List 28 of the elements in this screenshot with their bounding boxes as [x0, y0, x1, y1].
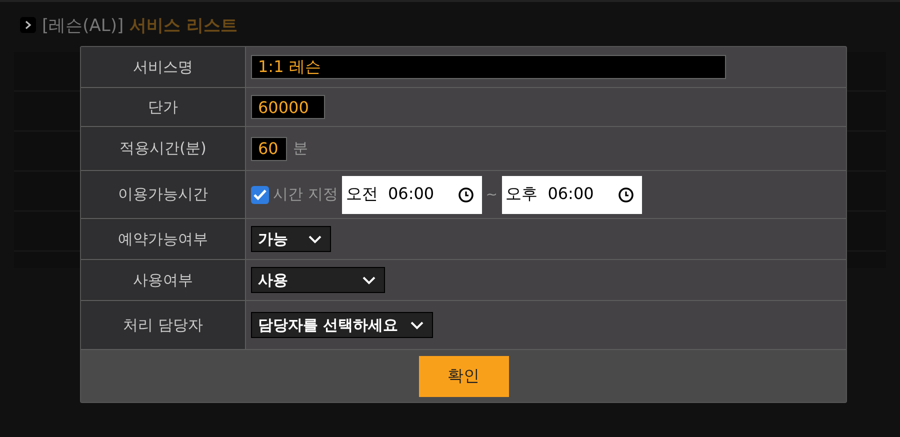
field-label: 단가: [81, 88, 246, 126]
field-label: 예약가능여부: [81, 219, 246, 259]
field-label: 처리 담당자: [81, 301, 246, 349]
field-label: 적용시간(분): [81, 127, 246, 170]
range-separator: ~: [486, 186, 498, 202]
chevron-down-icon: [410, 320, 424, 330]
checkbox[interactable]: [251, 186, 269, 204]
chevron-down-icon: [362, 276, 376, 284]
dropdown[interactable]: 가능: [251, 226, 331, 252]
section-title: 서비스 리스트: [130, 14, 238, 36]
clock-icon: [618, 186, 634, 202]
input-field[interactable]: 60: [251, 136, 287, 160]
unit-label: 분: [293, 139, 308, 158]
section-prefix: [레슨(AL)]: [42, 14, 124, 36]
field-label: 사용여부: [81, 260, 246, 300]
input-field[interactable]: 1:1 레슨: [251, 55, 726, 79]
confirm-button[interactable]: 확인: [418, 356, 508, 396]
checkbox-label: 시간 지정: [273, 185, 338, 204]
dropdown[interactable]: 담당자를 선택하세요: [251, 312, 433, 338]
clock-icon: [458, 186, 474, 202]
dropdown[interactable]: 사용: [251, 267, 385, 293]
field-label: 서비스명: [81, 47, 246, 87]
time-field[interactable]: 오후 06:00: [502, 176, 642, 214]
chevron-right-icon: [20, 17, 36, 33]
time-field[interactable]: 오전 06:00: [342, 176, 482, 214]
field-label: 이용가능시간: [81, 171, 246, 218]
input-field[interactable]: 60000: [251, 95, 325, 119]
chevron-down-icon: [308, 234, 322, 244]
